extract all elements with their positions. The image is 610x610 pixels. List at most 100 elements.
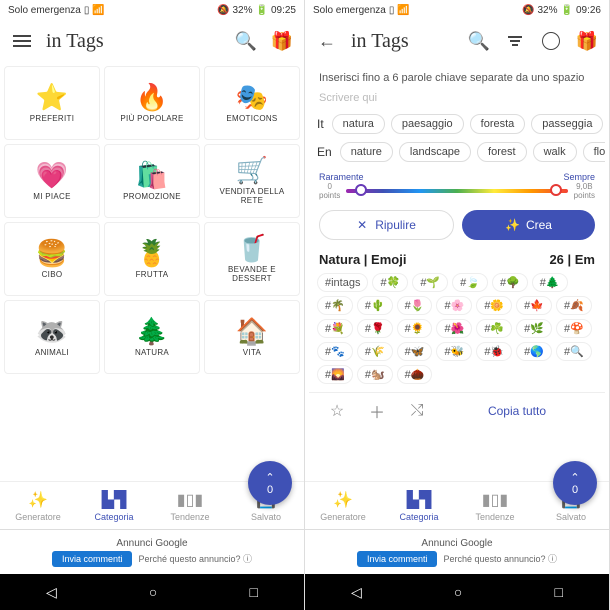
- fab-counter[interactable]: ⌃ 0: [248, 461, 292, 505]
- hashtag[interactable]: #☘️: [476, 319, 512, 338]
- chip[interactable]: forest: [477, 142, 527, 162]
- hashtag[interactable]: #🌸: [436, 296, 472, 315]
- chip[interactable]: flo: [583, 142, 605, 162]
- home-button[interactable]: ○: [149, 584, 157, 600]
- category-label: PROMOZIONE: [123, 192, 181, 201]
- hashtag[interactable]: #🍁: [516, 296, 552, 315]
- category-card[interactable]: 🍍FRUTTA: [104, 222, 200, 296]
- hashtag[interactable]: #🌾: [357, 342, 393, 361]
- sim-icon: ▯: [84, 5, 90, 16]
- category-card[interactable]: 🛒VENDITA DELLA RETE: [204, 144, 300, 218]
- category-card[interactable]: 🥤BEVANDE E DESSERT: [204, 222, 300, 296]
- wand-icon: ✨: [505, 218, 520, 232]
- hashtag[interactable]: #intags: [317, 273, 368, 292]
- hashtag[interactable]: #🌎: [516, 342, 552, 361]
- fab-counter[interactable]: ⌃ 0: [553, 461, 597, 505]
- hashtag[interactable]: #🐞: [476, 342, 512, 361]
- hashtag[interactable]: #🌹: [357, 319, 393, 338]
- chip[interactable]: nature: [340, 142, 393, 162]
- back-button[interactable]: ←: [315, 29, 339, 53]
- search-button[interactable]: 🔍: [234, 29, 258, 53]
- chip[interactable]: passeggia: [531, 114, 603, 134]
- gift-button[interactable]: 🎁: [575, 29, 599, 53]
- screen-generator: Solo emergenza ▯📶 🔕32%🔋09:26 ← in Tags 🔍…: [305, 0, 610, 610]
- category-card[interactable]: 🍔CIBO: [4, 222, 100, 296]
- nav-generatore[interactable]: ✨Generatore: [305, 482, 381, 529]
- favorite-button[interactable]: ☆: [317, 401, 357, 421]
- hashtag[interactable]: #🍃: [452, 273, 488, 292]
- hashtag[interactable]: #🐾: [317, 342, 353, 361]
- menu-button[interactable]: [10, 29, 34, 53]
- clear-button[interactable]: ✕Ripulire: [319, 210, 454, 240]
- category-label: FRUTTA: [136, 270, 169, 279]
- back-button[interactable]: ◁: [351, 584, 362, 601]
- chip[interactable]: paesaggio: [391, 114, 464, 134]
- hashtag[interactable]: #🦋: [397, 342, 433, 361]
- hashtag[interactable]: #🌳: [492, 273, 528, 292]
- hashtag[interactable]: #🌰: [397, 365, 433, 384]
- language-button[interactable]: [539, 29, 563, 53]
- nav-tendenze[interactable]: ▮▯▮Tendenze: [457, 482, 533, 529]
- hashtag[interactable]: #🌲: [532, 273, 568, 292]
- slider-thumb-left[interactable]: [355, 184, 367, 196]
- chip[interactable]: walk: [533, 142, 577, 162]
- nav-categoria[interactable]: ▙▜Categoria: [381, 482, 457, 529]
- category-card[interactable]: 🔥PIÙ POPOLARE: [104, 66, 200, 140]
- ad-why-link[interactable]: Perché questo annuncio? ⓘ: [138, 552, 252, 565]
- filter-button[interactable]: [503, 29, 527, 53]
- copy-all-button[interactable]: Copia tutto: [437, 404, 597, 418]
- hashtag[interactable]: #🍂: [556, 296, 592, 315]
- hashtag[interactable]: #🌵: [357, 296, 393, 315]
- ad-feedback-button[interactable]: Invia commenti: [357, 551, 438, 567]
- hashtag[interactable]: #🐝: [436, 342, 472, 361]
- fab-count: 0: [267, 484, 273, 496]
- slider-track[interactable]: [346, 189, 567, 193]
- nav-generatore[interactable]: ✨Generatore: [0, 482, 76, 529]
- hashtag[interactable]: #🌺: [436, 319, 472, 338]
- recent-button[interactable]: □: [554, 584, 562, 600]
- hashtag[interactable]: #🔍: [556, 342, 592, 361]
- slider-thumb-right[interactable]: [550, 184, 562, 196]
- hashtag[interactable]: #🌼: [476, 296, 512, 315]
- hashtag[interactable]: #🌴: [317, 296, 353, 315]
- category-label: VITA: [243, 348, 261, 357]
- category-card[interactable]: 🌲NATURA: [104, 300, 200, 374]
- hashtag[interactable]: #🍄: [556, 319, 592, 338]
- category-card[interactable]: 🦝ANIMALI: [4, 300, 100, 374]
- nav-categoria[interactable]: ▙▜Categoria: [76, 482, 152, 529]
- hashtag[interactable]: #🌄: [317, 365, 353, 384]
- mute-icon: 🔕: [217, 5, 229, 16]
- nav-tendenze[interactable]: ▮▯▮Tendenze: [152, 482, 228, 529]
- category-card[interactable]: 🎭EMOTICONS: [204, 66, 300, 140]
- chip[interactable]: landscape: [399, 142, 471, 162]
- ad-why-link[interactable]: Perché questo annuncio? ⓘ: [443, 552, 557, 565]
- nav-label: Generatore: [15, 512, 61, 522]
- frequency-slider[interactable]: RaramenteSempre 0points 9,0Bpoints: [309, 166, 605, 204]
- home-button[interactable]: ○: [454, 584, 462, 600]
- category-card[interactable]: 💗MI PIACE: [4, 144, 100, 218]
- hashtag[interactable]: #🌻: [397, 319, 433, 338]
- chip[interactable]: foresta: [470, 114, 526, 134]
- add-button[interactable]: ＋: [357, 399, 397, 423]
- hashtag[interactable]: #🐿️: [357, 365, 393, 384]
- hashtag[interactable]: #💐: [317, 319, 353, 338]
- category-card[interactable]: 🛍️PROMOZIONE: [104, 144, 200, 218]
- shuffle-button[interactable]: ⤭: [397, 402, 437, 420]
- category-card[interactable]: 🏠VITA: [204, 300, 300, 374]
- keyword-input[interactable]: Scrivere qui: [309, 90, 605, 110]
- hashtag[interactable]: #🍀: [372, 273, 408, 292]
- hashtag[interactable]: #🌷: [397, 296, 433, 315]
- create-button[interactable]: ✨Crea: [462, 210, 595, 240]
- category-card[interactable]: ⭐PREFERITI: [4, 66, 100, 140]
- sim-icon: ▯: [389, 5, 395, 16]
- search-button[interactable]: 🔍: [467, 29, 491, 53]
- hashtag[interactable]: #🌱: [412, 273, 448, 292]
- back-button[interactable]: ◁: [46, 584, 57, 601]
- category-icon: 🌲: [136, 318, 168, 344]
- gift-button[interactable]: 🎁: [270, 29, 294, 53]
- chip[interactable]: natura: [332, 114, 385, 134]
- ad-feedback-button[interactable]: Invia commenti: [52, 551, 133, 567]
- category-icon: 🍔: [36, 240, 68, 266]
- recent-button[interactable]: □: [249, 584, 257, 600]
- hashtag[interactable]: #🌿: [516, 319, 552, 338]
